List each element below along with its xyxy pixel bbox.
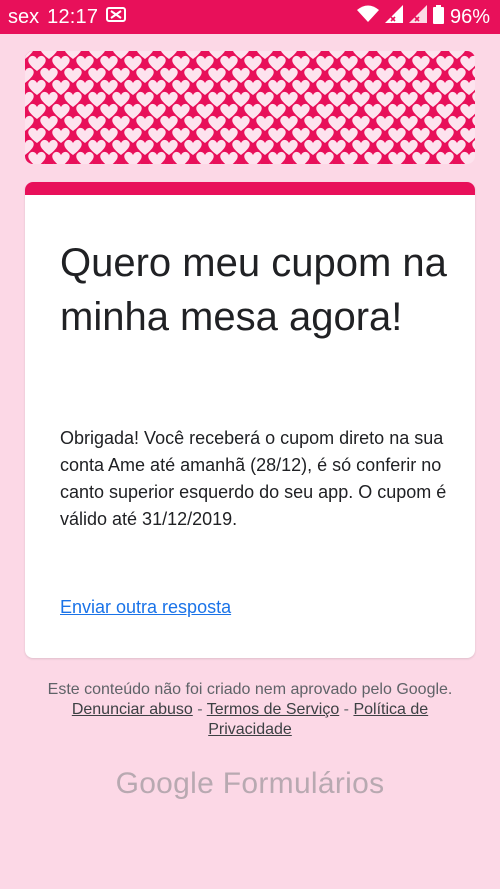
status-left: sex 12:17: [8, 5, 127, 29]
signal-icon: [408, 5, 427, 29]
brand-forms: Formulários: [222, 767, 385, 800]
form-card: Quero meu cupom na minha mesa agora! Obr…: [25, 182, 475, 658]
status-day: sex: [8, 5, 40, 28]
battery-percentage: 96%: [449, 5, 490, 28]
brand-google: Google: [115, 767, 215, 800]
status-right: 96%: [356, 4, 490, 30]
hearts-pattern: [25, 51, 475, 164]
notification-icon: [106, 5, 127, 29]
header-banner: [25, 51, 475, 164]
footer-disclaimer: Este conteúdo não foi criado nem aprovad…: [40, 680, 460, 740]
disclaimer-text: Este conteúdo não foi criado nem aprovad…: [47, 681, 453, 698]
confirmation-message: Obrigada! Você receberá o cupom direto n…: [60, 428, 447, 529]
status-time: 12:17: [47, 5, 99, 28]
signal-icon: [384, 5, 403, 29]
wifi-icon: [356, 5, 379, 29]
battery-icon: [432, 4, 444, 30]
separator: -: [197, 701, 203, 718]
google-forms-logo: Google Formulários: [0, 767, 500, 801]
separator: -: [343, 701, 349, 718]
report-abuse-link[interactable]: Denunciar abuso: [72, 701, 193, 718]
card-accent-bar: [25, 182, 475, 195]
status-bar: sex 12:17 96%: [0, 0, 500, 34]
submit-another-response-link[interactable]: Enviar outra resposta: [60, 597, 231, 618]
terms-link[interactable]: Termos de Serviço: [207, 701, 340, 718]
form-title: Quero meu cupom na minha mesa agora!: [60, 241, 447, 339]
